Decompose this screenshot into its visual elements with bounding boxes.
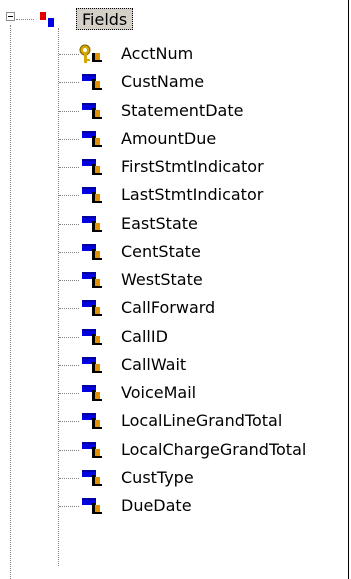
field-icon: [82, 498, 102, 514]
tree-item[interactable]: EastState: [0, 211, 351, 237]
field-icon: [82, 442, 102, 458]
tree-item[interactable]: VoiceMail: [0, 380, 351, 406]
tree-item-label[interactable]: AmountDue: [121, 126, 216, 152]
fields-tree: Fields AcctNum CustName StatementDate Amoun…: [0, 0, 351, 579]
field-icon: [82, 187, 102, 203]
tree-item-label[interactable]: DueDate: [121, 493, 192, 519]
tree-connector: [59, 506, 79, 507]
tree-connector: [59, 421, 79, 422]
field-icon: [82, 131, 102, 147]
tree-item-label[interactable]: VoiceMail: [121, 380, 196, 406]
tree-item-label[interactable]: CallWait: [121, 352, 186, 378]
key-field-icon: [79, 44, 102, 63]
tree-connector: [59, 195, 79, 196]
tree-connector: [16, 19, 34, 20]
tree-connector: [59, 337, 79, 338]
tree-item[interactable]: DueDate: [0, 493, 351, 519]
tree-connector: [59, 280, 79, 281]
tree-item-label[interactable]: StatementDate: [121, 98, 243, 124]
tree-item-label[interactable]: WestState: [121, 267, 203, 293]
tree-item[interactable]: AmountDue: [0, 126, 351, 152]
tree-connector: [59, 82, 79, 83]
tree-item[interactable]: LastStmtIndicator: [0, 182, 351, 208]
tree-item-label[interactable]: CustName: [121, 69, 204, 95]
tree-connector: [59, 139, 79, 140]
tree-connector: [59, 54, 79, 55]
table-fields-icon: [40, 12, 54, 27]
panel-border: [348, 0, 349, 579]
tree-connector: [59, 224, 79, 225]
tree-root-fields[interactable]: Fields: [0, 6, 351, 32]
field-icon: [82, 103, 102, 119]
tree-item[interactable]: LocalChargeGrandTotal: [0, 437, 351, 463]
tree-item-label[interactable]: LastStmtIndicator: [121, 182, 263, 208]
tree-connector: [59, 308, 79, 309]
tree-item[interactable]: CentState: [0, 239, 351, 265]
tree-item-label[interactable]: EastState: [121, 211, 198, 237]
field-icon: [82, 357, 102, 373]
collapse-toggle-icon[interactable]: [6, 12, 15, 21]
tree-item-label[interactable]: AcctNum: [121, 41, 193, 67]
tree-root-label[interactable]: Fields: [76, 8, 134, 30]
field-icon: [82, 272, 102, 288]
tree-item-label[interactable]: CallID: [121, 324, 168, 350]
field-icon: [82, 74, 102, 90]
field-icon: [82, 413, 102, 429]
tree-item[interactable]: CallWait: [0, 352, 351, 378]
tree-connector: [59, 393, 79, 394]
field-icon: [82, 159, 102, 175]
field-icon: [82, 216, 102, 232]
tree-item-label[interactable]: FirstStmtIndicator: [121, 154, 264, 180]
tree-item[interactable]: CustType: [0, 465, 351, 491]
tree-item[interactable]: WestState: [0, 267, 351, 293]
tree-item[interactable]: LocalLineGrandTotal: [0, 408, 351, 434]
tree-connector: [59, 478, 79, 479]
tree-item[interactable]: CallForward: [0, 295, 351, 321]
tree-item[interactable]: FirstStmtIndicator: [0, 154, 351, 180]
tree-item-label[interactable]: LocalLineGrandTotal: [121, 408, 282, 434]
tree-connector: [59, 365, 79, 366]
field-icon: [82, 329, 102, 345]
tree-item-label[interactable]: LocalChargeGrandTotal: [121, 437, 306, 463]
field-icon: [82, 300, 102, 316]
field-icon: [82, 385, 102, 401]
tree-item-label[interactable]: CallForward: [121, 295, 215, 321]
tree-connector: [59, 111, 79, 112]
field-icon: [82, 244, 102, 260]
tree-item[interactable]: CustName: [0, 69, 351, 95]
tree-connector: [59, 167, 79, 168]
tree-item-label[interactable]: CustType: [121, 465, 194, 491]
tree-item-label[interactable]: CentState: [121, 239, 201, 265]
tree-item[interactable]: AcctNum: [0, 41, 351, 67]
tree-item[interactable]: StatementDate: [0, 98, 351, 124]
field-icon: [82, 470, 102, 486]
tree-connector: [59, 252, 79, 253]
tree-connector: [59, 450, 79, 451]
tree-item[interactable]: CallID: [0, 324, 351, 350]
